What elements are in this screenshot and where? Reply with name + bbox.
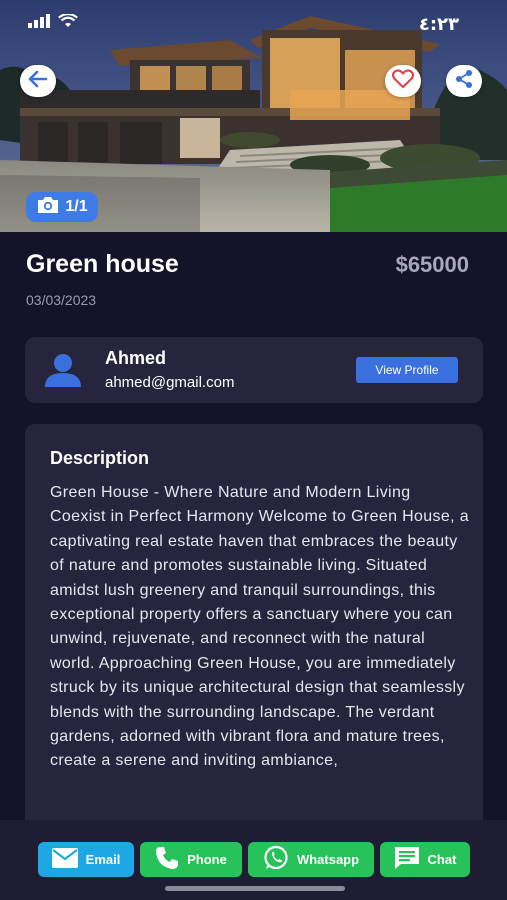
home-indicator[interactable] xyxy=(165,886,345,891)
chat-button-label: Chat xyxy=(427,852,457,867)
phone-icon xyxy=(155,846,179,873)
arrow-left-icon xyxy=(28,70,48,93)
share-button[interactable] xyxy=(446,65,482,97)
listing-price: $65000 xyxy=(395,252,469,277)
owner-email: ahmed@gmail.com xyxy=(105,374,235,391)
description-text: Green House - Where Nature and Modern Li… xyxy=(50,484,469,770)
contact-action-bar: Email Phone Whatsapp Chat xyxy=(0,820,507,900)
listing-title: Green house xyxy=(26,250,179,278)
back-button[interactable] xyxy=(20,65,56,97)
chat-bubble-icon xyxy=(394,846,420,873)
heart-icon xyxy=(391,68,415,94)
description-heading: Description xyxy=(50,448,150,468)
status-time: ٤:٢٣ xyxy=(418,14,459,35)
photo-counter-text: 1/1 xyxy=(65,198,88,215)
owner-name: Ahmed xyxy=(105,348,167,368)
photo-counter-badge[interactable]: 1/1 xyxy=(26,192,98,222)
email-button[interactable]: Email xyxy=(38,842,134,877)
favorite-button[interactable] xyxy=(385,65,421,97)
hero-image[interactable]: ٤:٢٣ 1/1 xyxy=(0,0,507,232)
view-profile-button[interactable]: View Profile xyxy=(356,357,458,383)
chat-button[interactable]: Chat xyxy=(380,842,470,877)
description-card[interactable]: Description Green House - Where Nature a… xyxy=(25,424,483,844)
whatsapp-button[interactable]: Whatsapp xyxy=(248,842,374,877)
wifi-icon xyxy=(58,12,78,33)
person-icon xyxy=(43,353,83,392)
whatsapp-button-label: Whatsapp xyxy=(296,852,360,867)
owner-card: Ahmed ahmed@gmail.com View Profile xyxy=(25,337,483,403)
camera-icon xyxy=(36,196,60,219)
email-button-label: Email xyxy=(85,852,121,867)
status-bar: ٤:٢٣ xyxy=(0,12,507,38)
envelope-icon xyxy=(51,848,78,871)
whatsapp-icon xyxy=(263,845,289,874)
share-icon xyxy=(454,69,474,94)
listing-date: 03/03/2023 xyxy=(26,292,97,308)
signal-icon xyxy=(28,14,50,33)
phone-button[interactable]: Phone xyxy=(140,842,242,877)
phone-button-label: Phone xyxy=(187,852,227,867)
